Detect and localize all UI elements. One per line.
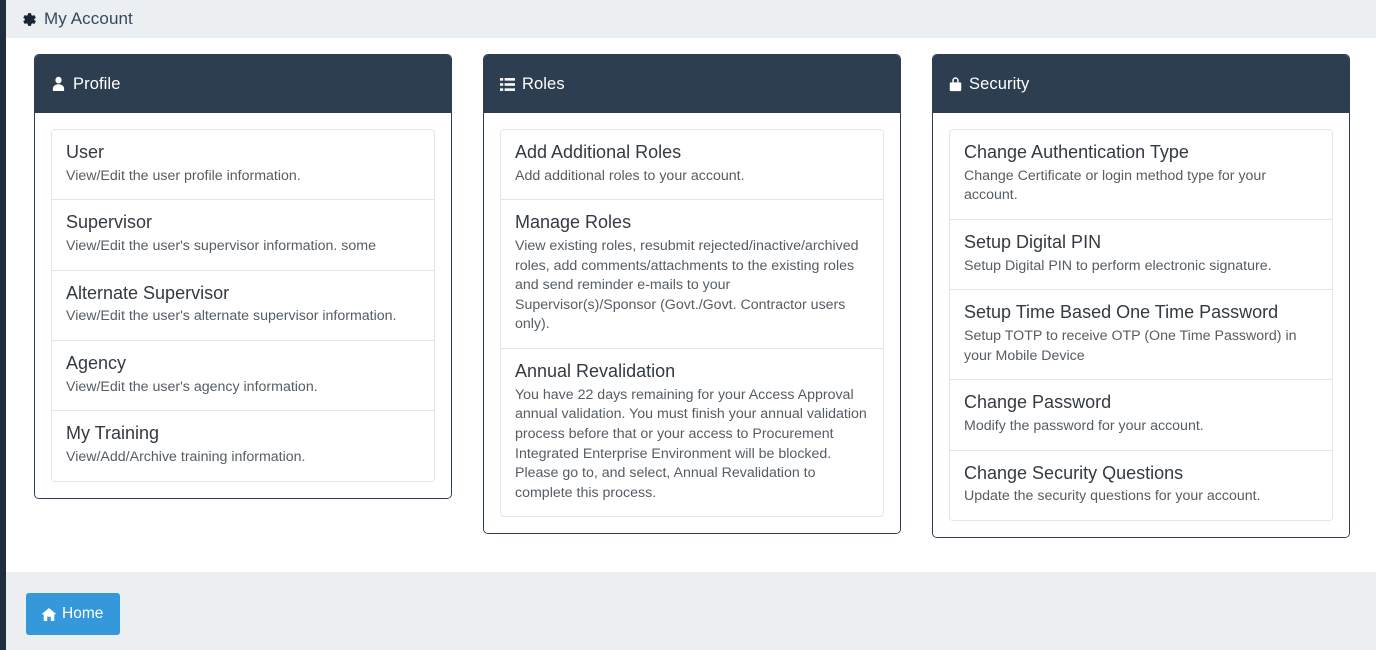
list-item-title: My Training <box>66 423 160 444</box>
list-item-desc: View/Add/Archive training information. <box>66 449 306 466</box>
home-button[interactable]: Home <box>26 593 121 635</box>
list-item-desc: Setup TOTP to receive OTP (One Time Pass… <box>964 328 1297 364</box>
panel-security-header: Security <box>933 55 1349 113</box>
list-item-desc: Setup Digital PIN to perform electronic … <box>964 257 1272 274</box>
panel-profile-body: User View/Edit the user profile informat… <box>35 113 451 498</box>
main-content: Profile User View/Edit the user profile … <box>6 38 1376 572</box>
list-item[interactable]: User View/Edit the user profile informat… <box>52 130 434 201</box>
panel-profile: Profile User View/Edit the user profile … <box>34 54 452 499</box>
list-item[interactable]: Setup Digital PIN Setup Digital PIN to p… <box>950 219 1332 291</box>
list-item-desc: View/Edit the user's supervisor informat… <box>66 238 376 255</box>
list-item-desc: Update the security questions for your a… <box>964 488 1261 505</box>
panel-security: Security Change Authentication Type Chan… <box>932 54 1350 538</box>
profile-list: User View/Edit the user profile informat… <box>51 129 435 482</box>
list-item-desc: View/Edit the user profile information. <box>66 167 301 184</box>
list-item-title: Change Security Questions <box>964 462 1184 483</box>
list-item-title: Add Additional Roles <box>515 142 682 162</box>
list-item-title: Annual Revalidation <box>515 361 676 382</box>
list-item-title: Alternate Supervisor <box>66 282 230 303</box>
list-item-title: Change Password <box>964 392 1112 413</box>
list-item[interactable]: Supervisor View/Edit the user's supervis… <box>52 200 434 271</box>
list-icon <box>500 77 515 92</box>
list-item-desc: Modify the password for your account. <box>964 417 1204 434</box>
page-title: My Account <box>44 9 133 28</box>
list-item-desc: Change Certificate or login method type … <box>964 167 1267 204</box>
list-item[interactable]: Change Authentication Type Change Certif… <box>950 130 1332 220</box>
page-footer: Home <box>6 572 1376 650</box>
roles-list: Add Additional Roles Add additional role… <box>500 129 884 518</box>
home-icon <box>41 607 57 622</box>
my-account-page: My Account Profile User View/Edit the us… <box>0 0 1376 650</box>
list-item[interactable]: Add Additional Roles Add additional role… <box>501 130 883 201</box>
panel-security-body: Change Authentication Type Change Certif… <box>933 113 1349 537</box>
list-item-title: Manage Roles <box>515 212 632 233</box>
panel-roles-body: Add Additional Roles Add additional role… <box>484 113 900 534</box>
panel-profile-header: Profile <box>35 55 451 113</box>
page-header-bar: My Account <box>6 0 1376 38</box>
panel-roles-header: Roles <box>484 55 900 113</box>
list-item-title: Change Authentication Type <box>964 142 1189 162</box>
lock-icon <box>949 76 962 92</box>
list-item-title: Supervisor <box>66 212 153 233</box>
user-icon <box>51 76 66 92</box>
home-button-label: Home <box>62 605 104 622</box>
list-item-title: Setup Time Based One Time Password <box>964 302 1279 323</box>
list-item[interactable]: My Training View/Add/Archive training in… <box>52 411 434 481</box>
list-item[interactable]: Annual Revalidation You have 22 days rem… <box>501 349 883 517</box>
list-item-desc: You have 22 days remaining for your Acce… <box>515 386 867 501</box>
list-item[interactable]: Alternate Supervisor View/Edit the user'… <box>52 270 434 342</box>
left-accent-rail <box>0 0 6 650</box>
list-item-title: User <box>66 142 105 162</box>
list-item[interactable]: Manage Roles View existing roles, resubm… <box>501 200 883 350</box>
list-item-title: Agency <box>66 353 127 374</box>
list-item-desc: View existing roles, resubmit rejected/i… <box>515 238 859 333</box>
security-list: Change Authentication Type Change Certif… <box>949 129 1333 521</box>
list-item[interactable]: Agency View/Edit the user's agency infor… <box>52 341 434 412</box>
list-item[interactable]: Change Password Modify the password for … <box>950 380 1332 451</box>
list-item[interactable]: Change Security Questions Update the sec… <box>950 450 1332 520</box>
list-item[interactable]: Setup Time Based One Time Password Setup… <box>950 290 1332 381</box>
list-item-title: Setup Digital PIN <box>964 231 1102 252</box>
list-item-desc: Add additional roles to your account. <box>515 167 745 184</box>
list-item-desc: View/Edit the user's alternate superviso… <box>66 308 397 325</box>
panel-security-title: Security <box>969 74 1030 93</box>
panel-row: Profile User View/Edit the user profile … <box>6 38 1376 538</box>
panel-profile-title: Profile <box>73 74 121 93</box>
list-item-desc: View/Edit the user's agency information. <box>66 378 318 395</box>
panel-roles: Roles Add Additional Roles Add additiona… <box>483 54 901 535</box>
panel-roles-title: Roles <box>522 74 565 93</box>
gear-icon <box>20 11 37 28</box>
